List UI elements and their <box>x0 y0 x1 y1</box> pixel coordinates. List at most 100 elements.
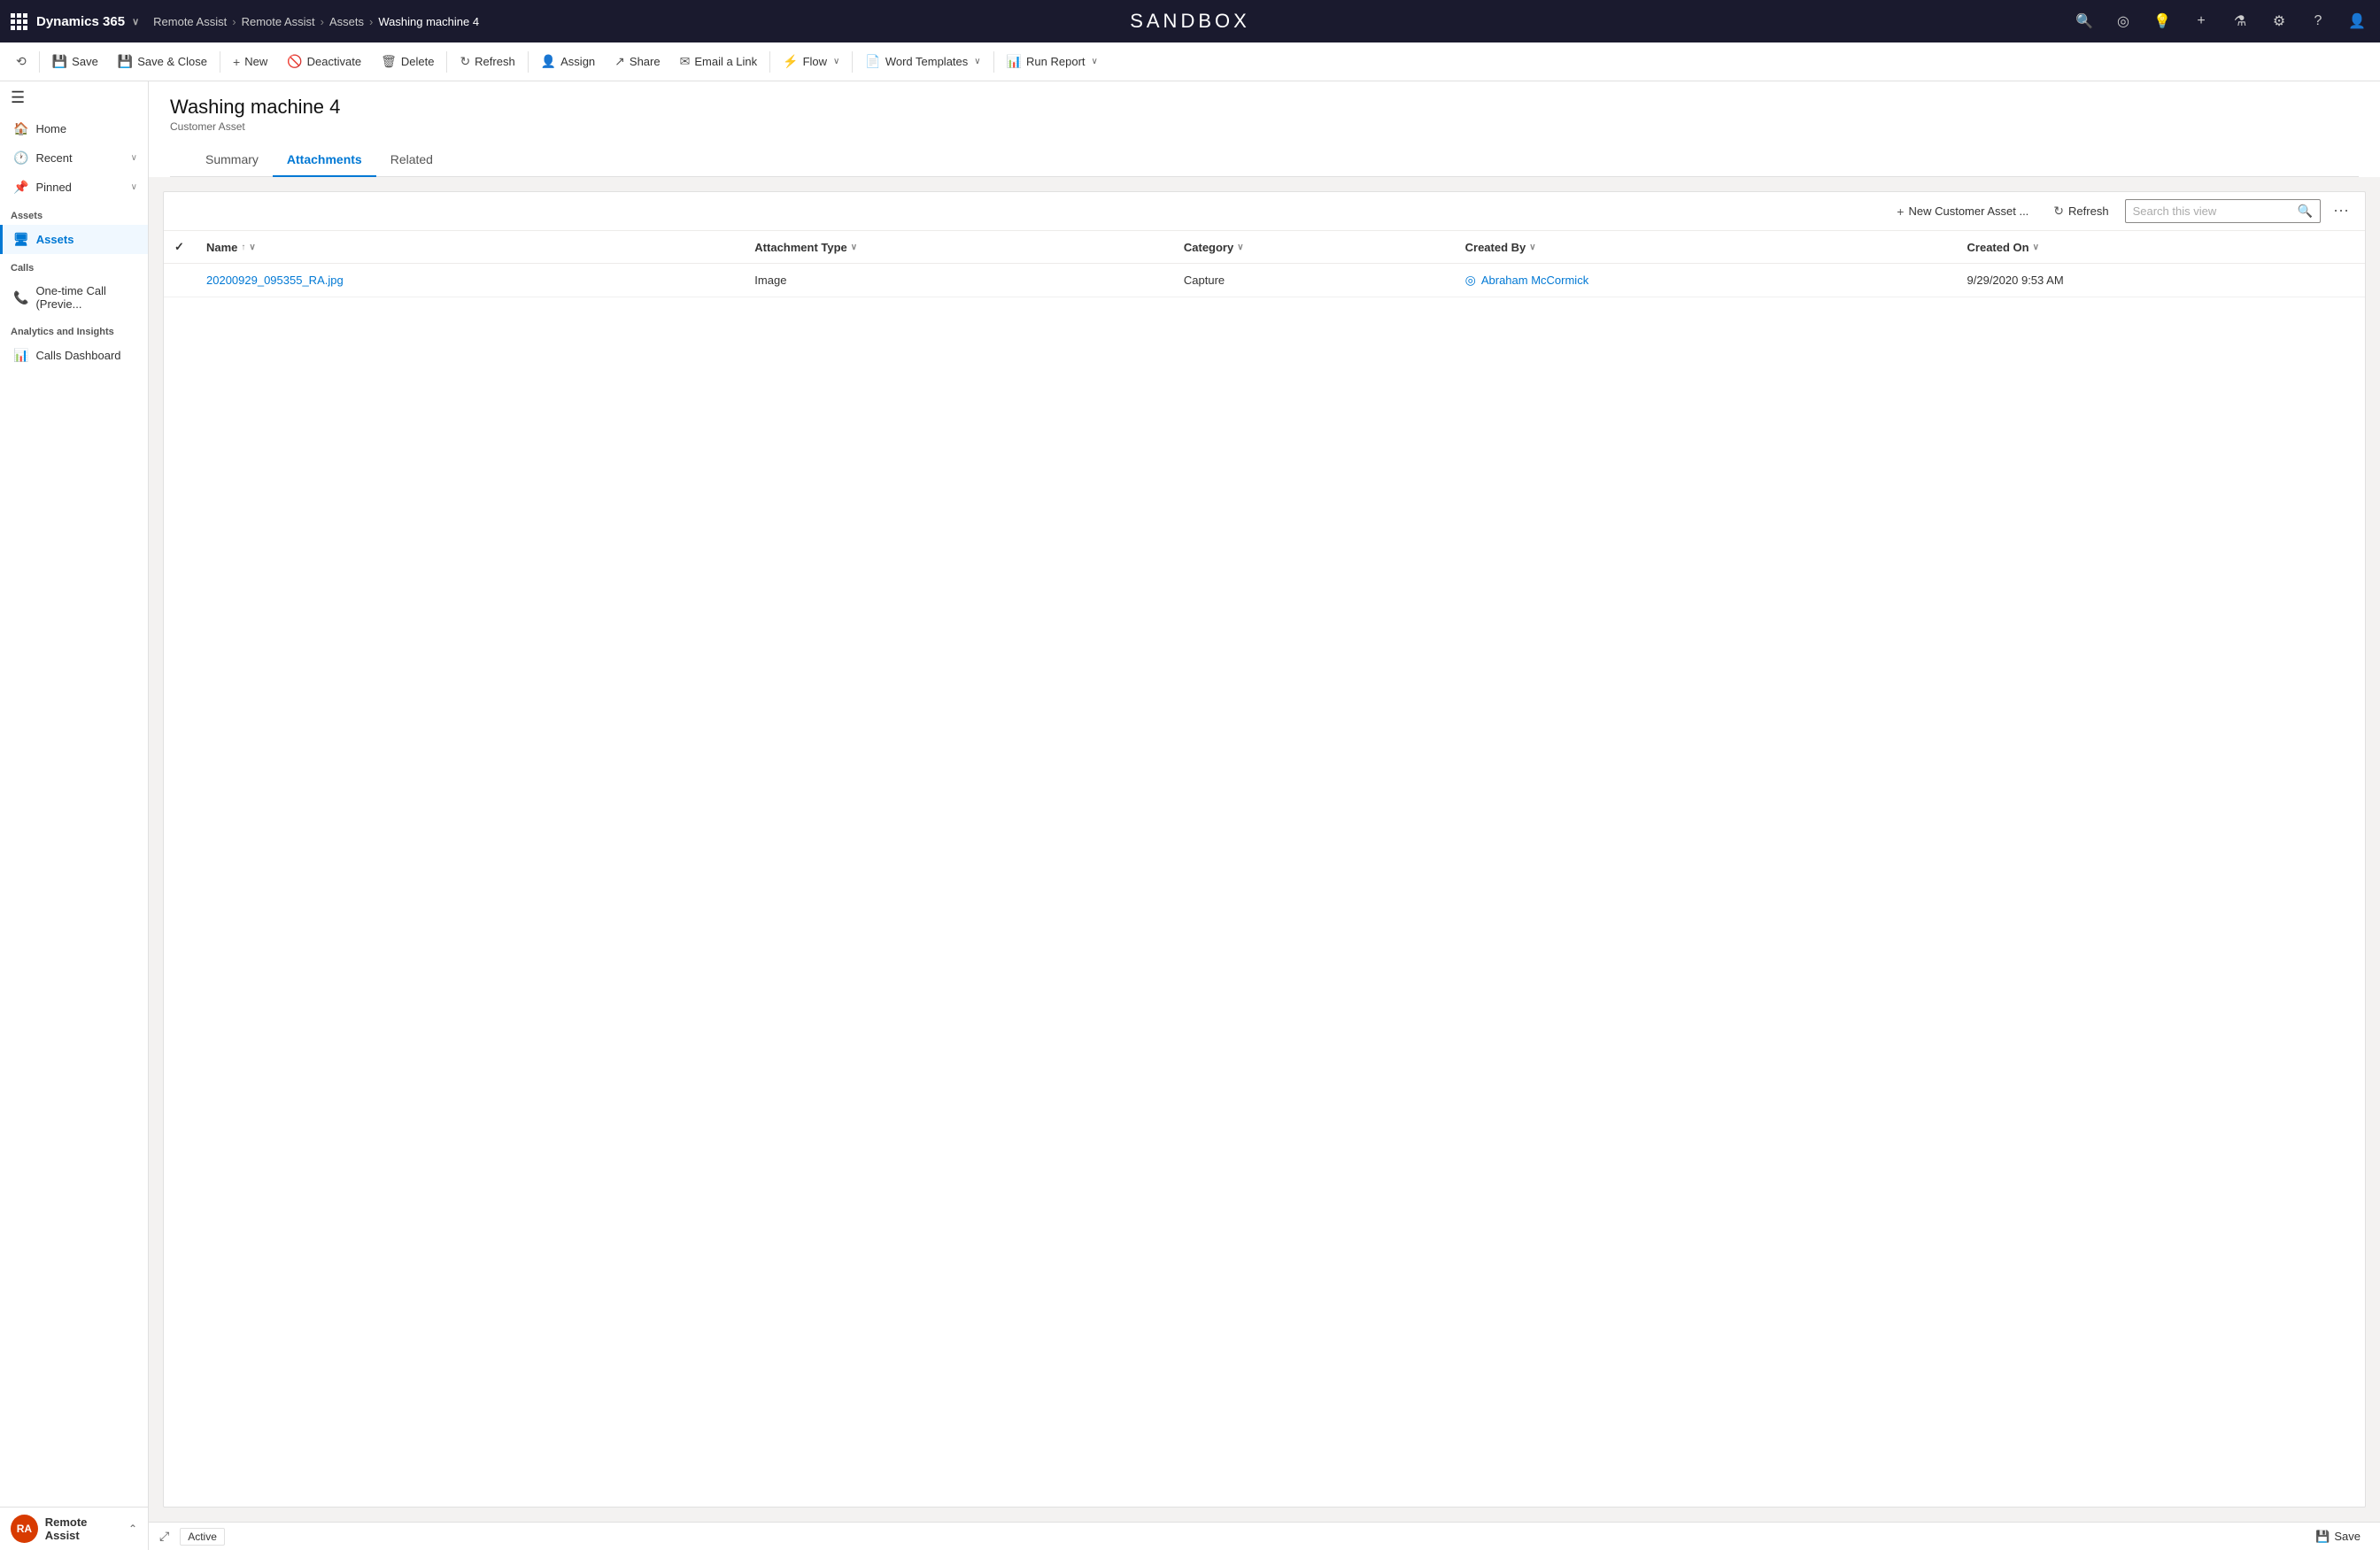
sidebar-toggle[interactable]: ☰ <box>0 81 148 114</box>
flow-button[interactable]: ⚡ Flow ∨ <box>774 49 848 74</box>
sandbox-title: SANDBOX <box>1130 10 1250 33</box>
waffle-icon[interactable] <box>11 13 27 30</box>
new-customer-asset-button[interactable]: + New Customer Asset ... <box>1888 200 2037 223</box>
pinned-icon: 📌 <box>13 180 28 195</box>
sidebar-item-assets-label: Assets <box>36 233 74 246</box>
row-attachment-type-cell: Image <box>744 264 1173 297</box>
col-header-name[interactable]: Name ↑ ∨ <box>196 231 744 264</box>
more-options-button[interactable]: ⋯ <box>2328 200 2354 222</box>
breadcrumb-assets[interactable]: Assets <box>329 15 364 28</box>
sidebar-item-home[interactable]: 🏠 Home <box>0 114 148 143</box>
name-sort-asc-icon: ↑ <box>241 243 245 252</box>
checkbox-header[interactable]: ✓ <box>164 231 196 264</box>
row-category-cell: Capture <box>1173 264 1455 297</box>
search-box[interactable]: 🔍 <box>2125 199 2321 223</box>
separator-5 <box>769 51 770 73</box>
run-report-button[interactable]: 📊 Run Report ∨ <box>998 49 1107 74</box>
word-templates-icon: 📄 <box>865 54 880 69</box>
save-close-button[interactable]: 💾 Save & Close <box>109 49 216 74</box>
table-row: 20200929_095355_RA.jpg Image Capture ◎ A… <box>164 264 2365 297</box>
save-button[interactable]: 💾 Save <box>43 49 107 74</box>
created-on-sort-icon: ∨ <box>2033 243 2039 252</box>
col-header-attachment-type[interactable]: Attachment Type ∨ <box>744 231 1173 264</box>
name-sort-desc-icon: ∨ <box>249 243 255 252</box>
sidebar-user[interactable]: RA Remote Assist ⌃ <box>0 1507 148 1550</box>
row-created-on-cell: 9/29/2020 9:53 AM <box>1957 264 2365 297</box>
record-title: Washing machine 4 <box>170 96 2359 119</box>
assign-button[interactable]: 👤 Assign <box>532 49 604 74</box>
col-header-category[interactable]: Category ∨ <box>1173 231 1455 264</box>
lightbulb-icon[interactable]: 💡 <box>2150 9 2175 34</box>
breadcrumb-remote-assist-2[interactable]: Remote Assist <box>242 15 315 28</box>
status-save-icon: 💾 <box>2315 1530 2330 1544</box>
row-name-link[interactable]: 20200929_095355_RA.jpg <box>206 274 344 287</box>
search-input[interactable] <box>2133 204 2292 218</box>
status-save-button[interactable]: 💾 Save <box>2307 1526 2369 1547</box>
row-checkbox[interactable] <box>164 264 196 297</box>
created-by-sort-icon: ∨ <box>1529 243 1535 252</box>
delete-button[interactable]: 🗑 Delete <box>372 49 443 74</box>
sidebar-item-calls-dashboard-label: Calls Dashboard <box>35 349 120 362</box>
grid-table-wrap: ✓ Name ↑ ∨ <box>164 231 2365 1507</box>
sidebar-item-calls-dashboard[interactable]: 📊 Calls Dashboard <box>0 341 148 370</box>
help-icon[interactable]: ? <box>2306 9 2330 34</box>
filter-icon[interactable]: ⚗ <box>2228 9 2252 34</box>
email-link-button[interactable]: ✉ Email a Link <box>671 49 767 74</box>
breadcrumb-current: Washing machine 4 <box>378 15 479 28</box>
tabs: Summary Attachments Related <box>170 143 2359 177</box>
new-button[interactable]: + New <box>224 50 276 74</box>
avatar: RA <box>11 1515 38 1543</box>
word-templates-button[interactable]: 📄 Word Templates ∨ <box>856 49 989 74</box>
separator-7 <box>993 51 994 73</box>
assets-icon: 🖥 <box>13 232 29 247</box>
settings-icon[interactable]: ⚙ <box>2267 9 2291 34</box>
brand-label: Dynamics 365 <box>36 14 125 29</box>
content-area: Washing machine 4 Customer Asset Summary… <box>149 81 2380 1550</box>
dashboard-icon: 📊 <box>13 348 28 363</box>
separator-6 <box>852 51 853 73</box>
breadcrumb-remote-assist-1[interactable]: Remote Assist <box>153 15 227 28</box>
col-header-created-on[interactable]: Created On ∨ <box>1957 231 2365 264</box>
user-record-icon: ◎ <box>1465 273 1476 288</box>
sidebar-item-one-time-call[interactable]: 📞 One-time Call (Previe... <box>0 277 148 318</box>
share-button[interactable]: ↗ Share <box>606 49 668 74</box>
record-header: Washing machine 4 Customer Asset Summary… <box>149 81 2380 177</box>
deactivate-button[interactable]: 🚫 Deactivate <box>278 49 370 74</box>
row-name-cell[interactable]: 20200929_095355_RA.jpg <box>196 264 744 297</box>
pinned-chevron-icon: ∨ <box>131 182 137 192</box>
email-icon: ✉ <box>680 54 691 69</box>
deactivate-icon: 🚫 <box>287 54 302 69</box>
sidebar-item-pinned[interactable]: 📌 Pinned ∨ <box>0 173 148 202</box>
separator-1 <box>39 51 40 73</box>
tab-attachments[interactable]: Attachments <box>273 143 376 177</box>
grid-toolbar: + New Customer Asset ... ↻ Refresh 🔍 ⋯ <box>164 192 2365 231</box>
tab-related[interactable]: Related <box>376 143 447 177</box>
tab-summary[interactable]: Summary <box>191 143 273 177</box>
expand-icon[interactable]: ⤢ <box>159 1529 169 1544</box>
new-icon: + <box>233 55 240 69</box>
save-close-icon: 💾 <box>118 54 133 69</box>
breadcrumb-sep-1: › <box>232 15 236 28</box>
attachment-type-sort-icon: ∨ <box>851 243 857 252</box>
add-icon[interactable]: + <box>2189 9 2214 34</box>
brand[interactable]: Dynamics 365 ∨ <box>11 13 139 30</box>
sidebar-item-recent[interactable]: 🕐 Recent ∨ <box>0 143 148 173</box>
target-icon[interactable]: ◎ <box>2111 9 2136 34</box>
flow-chevron-icon: ∨ <box>833 57 839 66</box>
record-subtitle: Customer Asset <box>170 120 2359 133</box>
home-icon: 🏠 <box>13 121 28 136</box>
col-header-created-by[interactable]: Created By ∨ <box>1455 231 1957 264</box>
grid-refresh-button[interactable]: ↻ Refresh <box>2044 199 2117 223</box>
recent-icon: 🕐 <box>13 150 28 166</box>
search-icon[interactable]: 🔍 <box>2072 9 2097 34</box>
breadcrumb-sep-2: › <box>321 15 324 28</box>
breadcrumb-sep-3: › <box>369 15 373 28</box>
refresh-button[interactable]: ↻ Refresh <box>451 49 523 74</box>
sidebar: ☰ 🏠 Home 🕐 Recent ∨ 📌 Pinned ∨ Assets 🖥 … <box>0 81 149 1550</box>
created-by-link[interactable]: Abraham McCormick <box>1481 274 1588 287</box>
sidebar-item-assets[interactable]: 🖥 Assets <box>0 225 148 254</box>
separator-3 <box>446 51 447 73</box>
status-badge: Active <box>180 1528 225 1546</box>
history-button[interactable]: ⟲ <box>7 49 35 74</box>
user-icon[interactable]: 👤 <box>2345 9 2369 34</box>
